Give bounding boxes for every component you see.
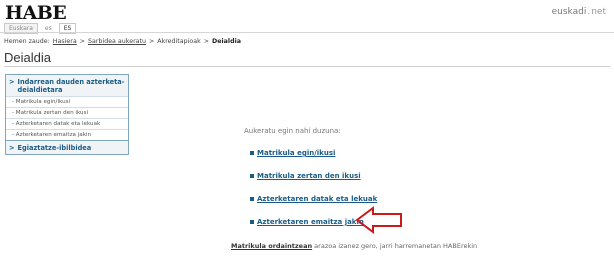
breadcrumb: Hemen zaude: Hasiera > Sarbidea aukeratu… (4, 38, 241, 45)
sidebar-section-label: Egiaztatze-ibilbidea (17, 144, 92, 152)
option-matrikula-zertan[interactable]: Matrikula zertan den ikusi (250, 172, 361, 180)
square-bullet-icon (250, 174, 254, 178)
option-emaitza[interactable]: Azterketaren emaitza jakin (250, 218, 364, 226)
euskadi-net-brand[interactable]: euskadi . net (552, 7, 606, 17)
option-matrikula-egin[interactable]: Matrikula egin/ikusi (250, 149, 335, 157)
option-link[interactable]: Matrikula zertan den ikusi (257, 172, 361, 180)
breadcrumb-current: Deialdia (212, 38, 241, 45)
brand-part2: net (591, 7, 606, 17)
option-link[interactable]: Matrikula egin/ikusi (257, 149, 335, 157)
payment-footnote: Matrikula ordaintzean arazoa izanez gero… (231, 242, 477, 250)
sidebar-section-deialdiak[interactable]: > Indarrean dauden azterketa-deialdietar… (6, 75, 128, 96)
habe-logo[interactable]: HABE (5, 2, 67, 24)
breadcrumb-separator: > (79, 38, 85, 45)
brand-dot: . (587, 7, 591, 17)
option-link[interactable]: Azterketaren emaitza jakin (257, 218, 364, 226)
sidebar-item-matrikula-zertan[interactable]: - Matrikula zertan den ikusi (6, 107, 128, 118)
brand-part1: euskadi (551, 7, 587, 17)
square-bullet-icon (250, 197, 254, 201)
sidebar-item-matrikula-egin[interactable]: - Matrikula egin/ikusi (6, 96, 128, 107)
page-title: Deialdia (4, 50, 51, 65)
chevron-right-icon: > (9, 144, 15, 152)
sidebar-item-emaitza[interactable]: - Azterketaren emaitza jakin (6, 129, 128, 140)
options-heading: Aukeratu egin nahi duzuna: (244, 127, 341, 135)
square-bullet-icon (250, 151, 254, 155)
sidebar-item-datak-lekuak[interactable]: - Azterketaren datak eta lekuak (6, 118, 128, 129)
breadcrumb-separator: > (148, 38, 155, 45)
sidebar-section-label: Indarrean dauden azterketa-deialdietara (17, 78, 125, 94)
sidebar-menu: > Indarrean dauden azterketa-deialdietar… (5, 74, 129, 155)
breadcrumb-prefix: Hemen zaude: (4, 38, 50, 45)
option-link[interactable]: Azterketaren datak eta lekuak (257, 195, 377, 203)
breadcrumb-link-hasiera[interactable]: Hasiera (53, 38, 77, 45)
square-bullet-icon (250, 220, 254, 224)
chevron-right-icon: > (9, 78, 15, 86)
red-arrow-annotation-icon (355, 206, 402, 234)
header-divider (0, 32, 614, 33)
payment-link[interactable]: Matrikula ordaintzean (231, 242, 312, 250)
breadcrumb-item-akreditapioak: Akreditapioak (157, 38, 201, 45)
breadcrumb-separator: > (203, 38, 210, 45)
option-datak-lekuak[interactable]: Azterketaren datak eta lekuak (250, 195, 377, 203)
title-divider (4, 66, 610, 67)
sidebar-section-egiaztatze[interactable]: > Egiaztatze-ibilbidea (6, 140, 128, 154)
breadcrumb-link-sarbidea[interactable]: Sarbidea aukeratu (88, 38, 146, 45)
footnote-text: arazoa izanez gero, jarri harremanetan H… (312, 242, 478, 250)
